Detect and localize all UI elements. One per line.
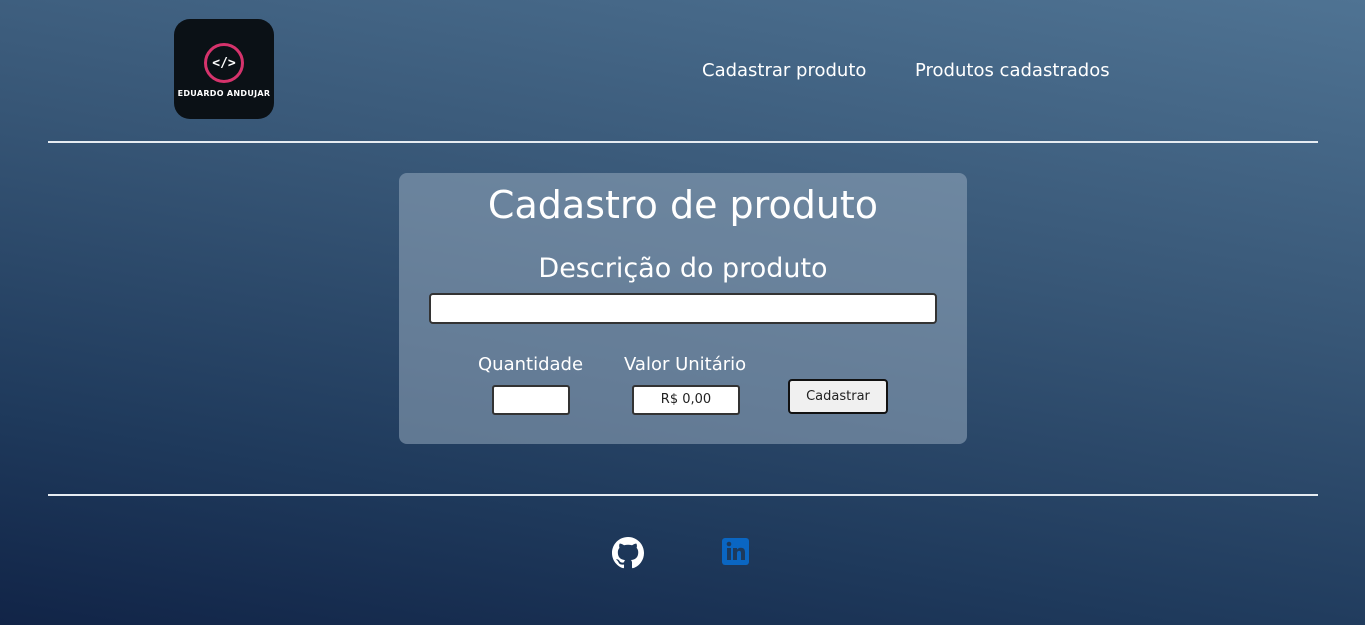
brand-logo[interactable]: </> EDUARDO ANDUJAR bbox=[174, 19, 274, 119]
nav-link-cadastrar-produto[interactable]: Cadastrar produto bbox=[702, 60, 866, 81]
submit-button[interactable]: Cadastrar bbox=[788, 379, 888, 414]
code-icon: </> bbox=[204, 43, 244, 83]
quantity-input[interactable] bbox=[492, 385, 570, 415]
github-icon[interactable] bbox=[612, 537, 644, 573]
linkedin-icon[interactable] bbox=[722, 538, 749, 569]
description-label: Descrição do produto bbox=[538, 253, 828, 284]
unit-price-input[interactable]: R$ 0,00 bbox=[632, 385, 740, 415]
nav-link-produtos-cadastrados[interactable]: Produtos cadastrados bbox=[915, 60, 1110, 81]
unit-price-label: Valor Unitário bbox=[624, 354, 747, 375]
description-input[interactable] bbox=[429, 293, 937, 324]
quantity-label: Quantidade bbox=[478, 354, 584, 375]
header-divider bbox=[48, 141, 1318, 143]
footer-divider bbox=[48, 494, 1318, 496]
form-title: Cadastro de produto bbox=[487, 183, 879, 227]
logo-name: EDUARDO ANDUJAR bbox=[177, 89, 271, 98]
product-form-card: Cadastro de produto Descrição do produto… bbox=[399, 173, 967, 444]
logo-symbol: </> bbox=[212, 55, 236, 71]
